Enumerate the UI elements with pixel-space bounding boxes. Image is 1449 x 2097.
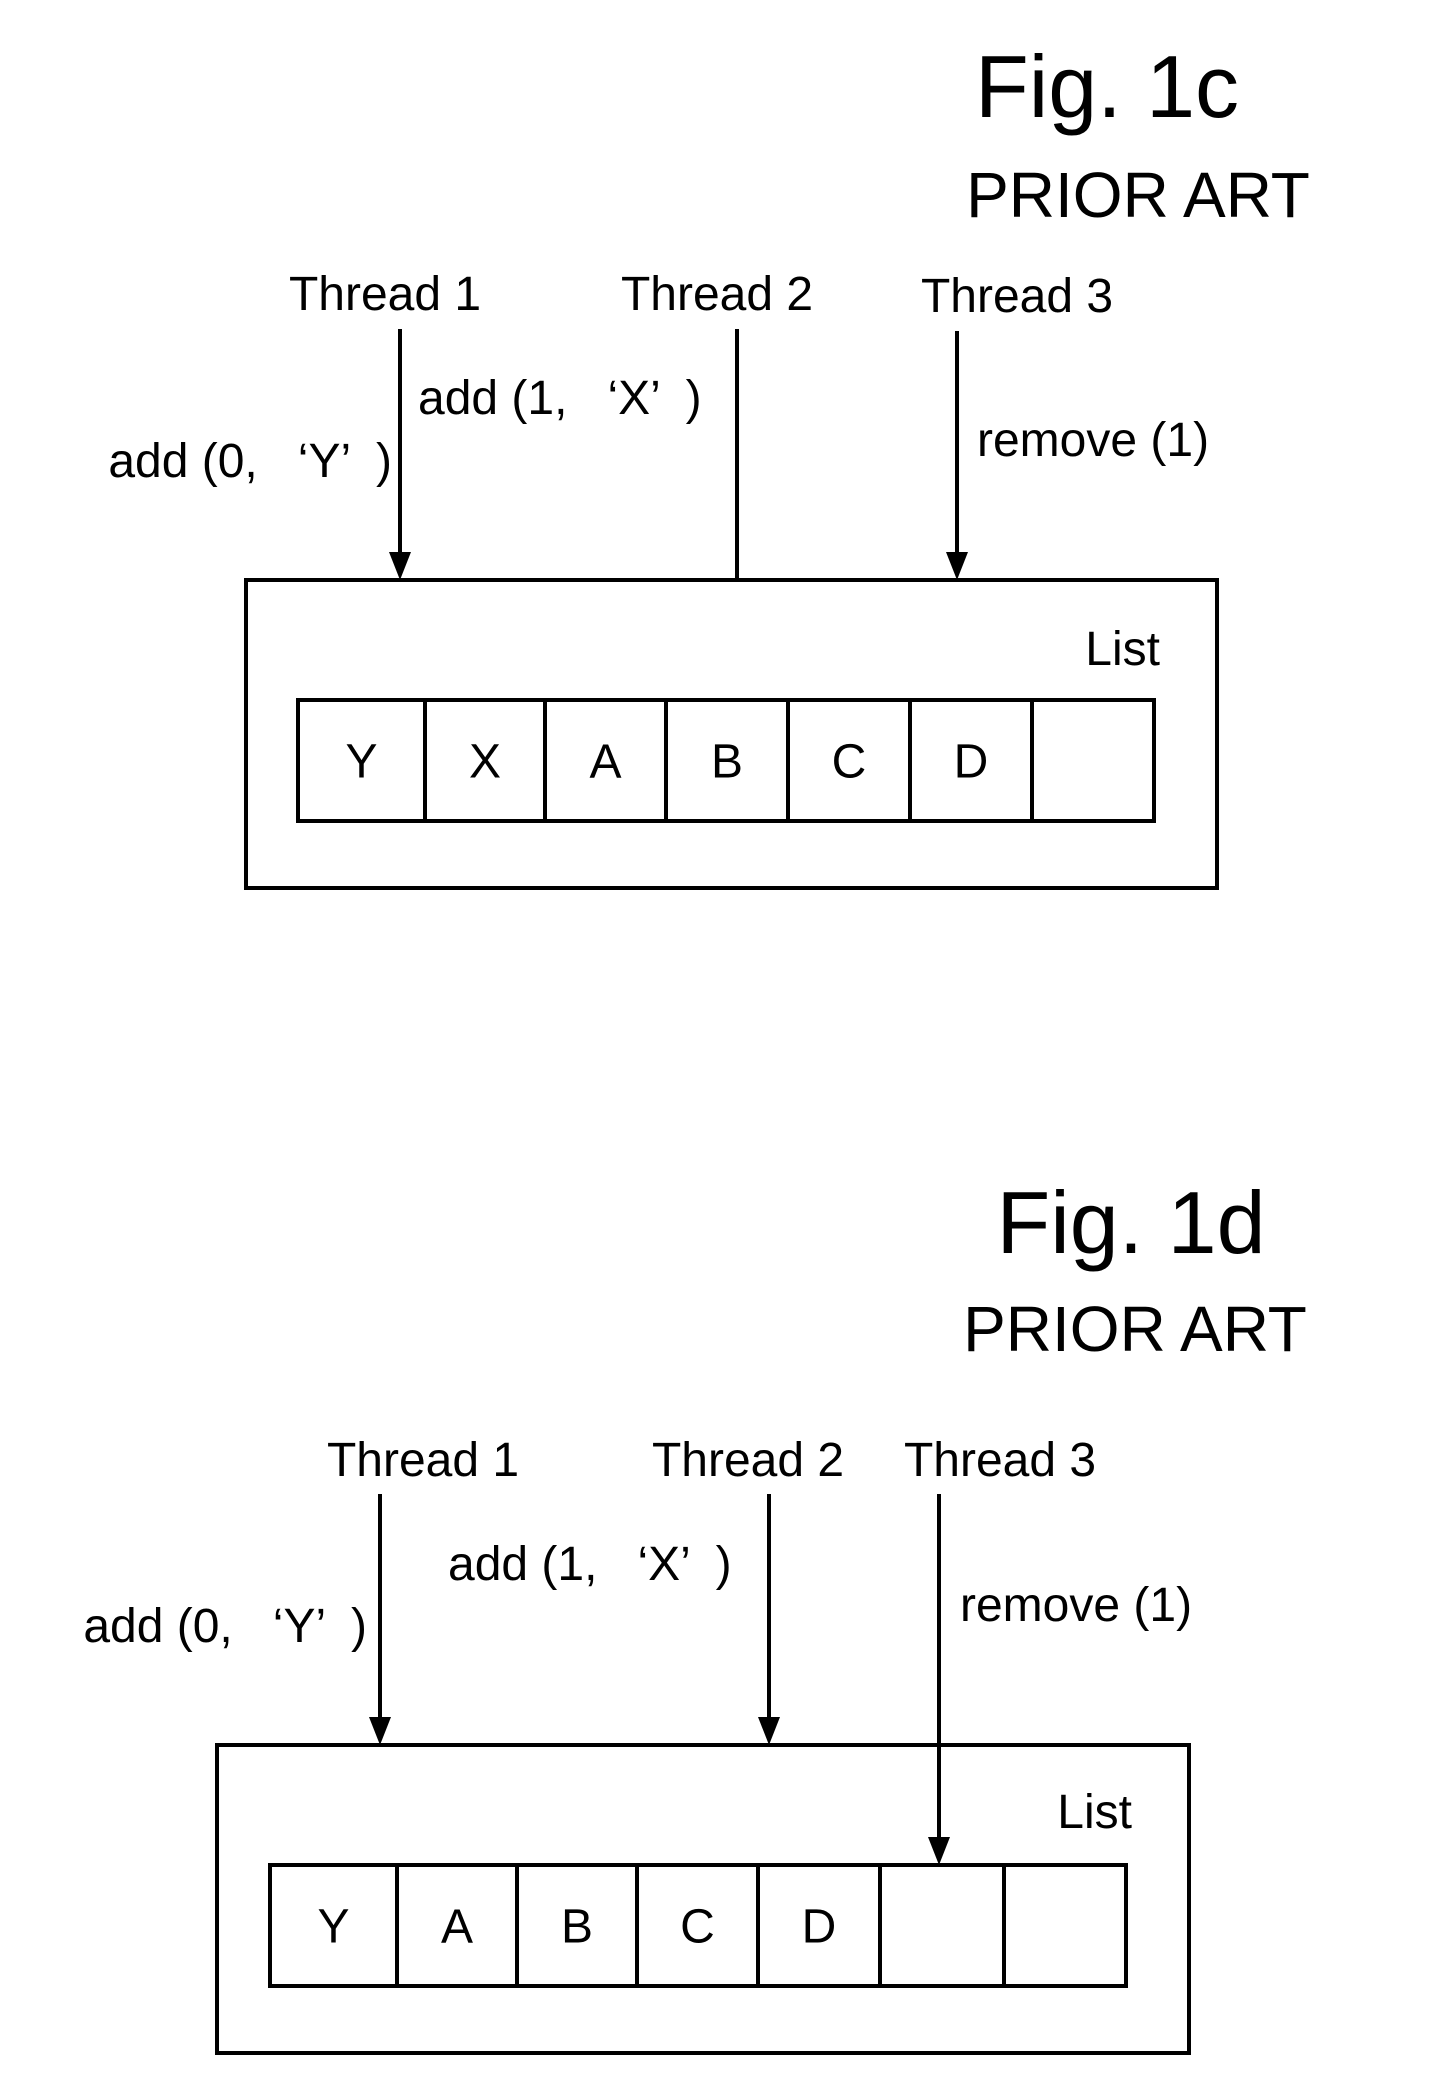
- list-label: List: [1085, 623, 1160, 676]
- list-cell: [1002, 1863, 1128, 1988]
- prior-art-label: PRIOR ART: [966, 159, 1310, 231]
- list-cell-value: A: [589, 736, 621, 789]
- list-cell: [1030, 698, 1156, 823]
- list-cell-value: D: [802, 1901, 837, 1954]
- list-cell-value: B: [561, 1901, 593, 1954]
- thread-2-arrow: [758, 1494, 780, 1745]
- prior-art-label: PRIOR ART: [963, 1293, 1307, 1365]
- list-cell: B: [664, 698, 790, 823]
- list-cell-box: [1030, 698, 1156, 823]
- list-cell-value: D: [954, 736, 989, 789]
- thread-3-label: Thread 3: [921, 270, 1113, 323]
- list-cell: A: [543, 698, 668, 823]
- list-cell: C: [786, 698, 912, 823]
- thread-2-label: Thread 2: [652, 1434, 844, 1487]
- list-cell: D: [908, 698, 1034, 823]
- list-cell: Y: [268, 1863, 399, 1988]
- list-cell: D: [756, 1863, 882, 1988]
- list-cell-value: C: [680, 1901, 715, 1954]
- list-cells: YXABCD: [296, 698, 1156, 823]
- arrowhead-icon: [758, 1717, 780, 1745]
- list-cell: C: [635, 1863, 760, 1988]
- thread-2-label: Thread 2: [621, 268, 813, 321]
- thread-3-operation: remove (1): [977, 414, 1209, 467]
- thread-1-label: Thread 1: [289, 268, 481, 321]
- thread-2-operation: add (1, ‘X’ ): [448, 1538, 732, 1591]
- list-cell-box: [878, 1863, 1006, 1988]
- arrowhead-icon: [946, 552, 968, 580]
- thread-3-operation: remove (1): [960, 1579, 1192, 1632]
- arrowhead-icon: [389, 552, 411, 580]
- list-cell-value: B: [711, 736, 743, 789]
- thread-1-operation: add (0, ‘Y’ ): [108, 435, 392, 488]
- thread-2-operation: add (1, ‘X’ ): [418, 372, 702, 425]
- list-cell: Y: [296, 698, 427, 823]
- figure-title: Fig. 1d: [996, 1173, 1265, 1272]
- list-cell: A: [395, 1863, 519, 1988]
- thread-1-label: Thread 1: [327, 1434, 519, 1487]
- list-cells: YABCD: [268, 1863, 1128, 1988]
- list-cell: B: [515, 1863, 639, 1988]
- list-label: List: [1057, 1786, 1132, 1839]
- list-cell-value: A: [441, 1901, 473, 1954]
- thread-3-label: Thread 3: [904, 1434, 1096, 1487]
- thread-1-operation: add (0, ‘Y’ ): [83, 1600, 367, 1653]
- list-cell-value: X: [469, 736, 501, 789]
- thread-3-arrow: [946, 331, 968, 580]
- thread-1-arrow: [389, 329, 411, 580]
- arrowhead-icon: [369, 1717, 391, 1745]
- thread-1-arrow: [369, 1494, 391, 1745]
- list-cell-box: [1002, 1863, 1128, 1988]
- figure-title: Fig. 1c: [975, 37, 1239, 136]
- list-cell: [878, 1863, 1006, 1988]
- list-cell-value: C: [832, 736, 867, 789]
- figure-1d: Fig. 1d PRIOR ART Thread 1 Thread 2 Thre…: [83, 1173, 1307, 2055]
- list-cell-value: Y: [317, 1901, 349, 1954]
- list-cell: X: [423, 698, 547, 823]
- list-cell-value: Y: [345, 736, 377, 789]
- figure-1c: Fig. 1c PRIOR ART Thread 1 Thread 2 Thre…: [108, 37, 1310, 890]
- patent-figure-sheet: Fig. 1c PRIOR ART Thread 1 Thread 2 Thre…: [83, 37, 1310, 2055]
